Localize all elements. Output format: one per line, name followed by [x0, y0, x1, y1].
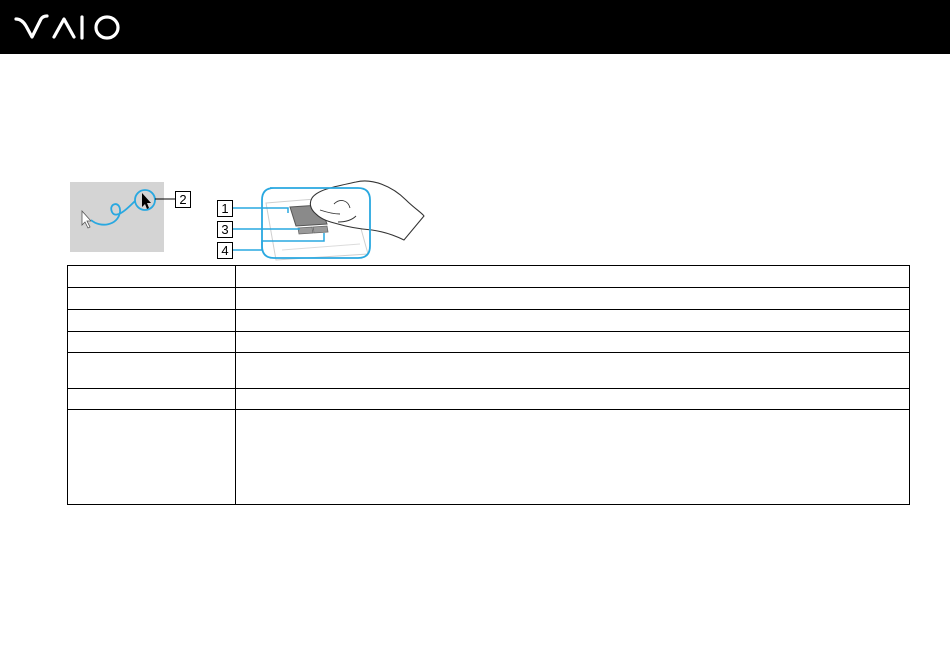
touch-pad-actions-table — [67, 265, 910, 505]
callout-4: 4 — [217, 242, 233, 259]
table-row — [67, 265, 910, 288]
table-cell — [235, 331, 910, 353]
table-row — [67, 409, 910, 505]
callout-1: 1 — [217, 200, 233, 217]
table-row — [67, 352, 910, 389]
table-cell — [235, 388, 910, 410]
table-cell — [67, 331, 236, 353]
table-cell — [67, 265, 236, 288]
table-cell — [235, 265, 910, 288]
table-cell — [235, 409, 910, 505]
pointer-end-icon — [142, 193, 151, 209]
table-cell — [67, 409, 236, 505]
callout-3: 3 — [217, 221, 233, 238]
table-cell — [67, 352, 236, 389]
table-cell — [235, 352, 910, 389]
table-cell — [235, 287, 910, 310]
table-cell — [67, 388, 236, 410]
touch-pad-right-button — [312, 225, 329, 234]
pointer-path-curve — [90, 200, 136, 226]
table-cell — [235, 309, 910, 332]
pointer-start-icon — [81, 209, 92, 229]
table-row — [67, 287, 910, 310]
table-cell — [67, 309, 236, 332]
touch-pad-left-button — [297, 226, 314, 235]
table-cell — [67, 287, 236, 310]
table-row — [67, 331, 910, 353]
callout-2: 2 — [175, 191, 191, 208]
table-row — [67, 388, 910, 410]
table-row — [67, 309, 910, 332]
